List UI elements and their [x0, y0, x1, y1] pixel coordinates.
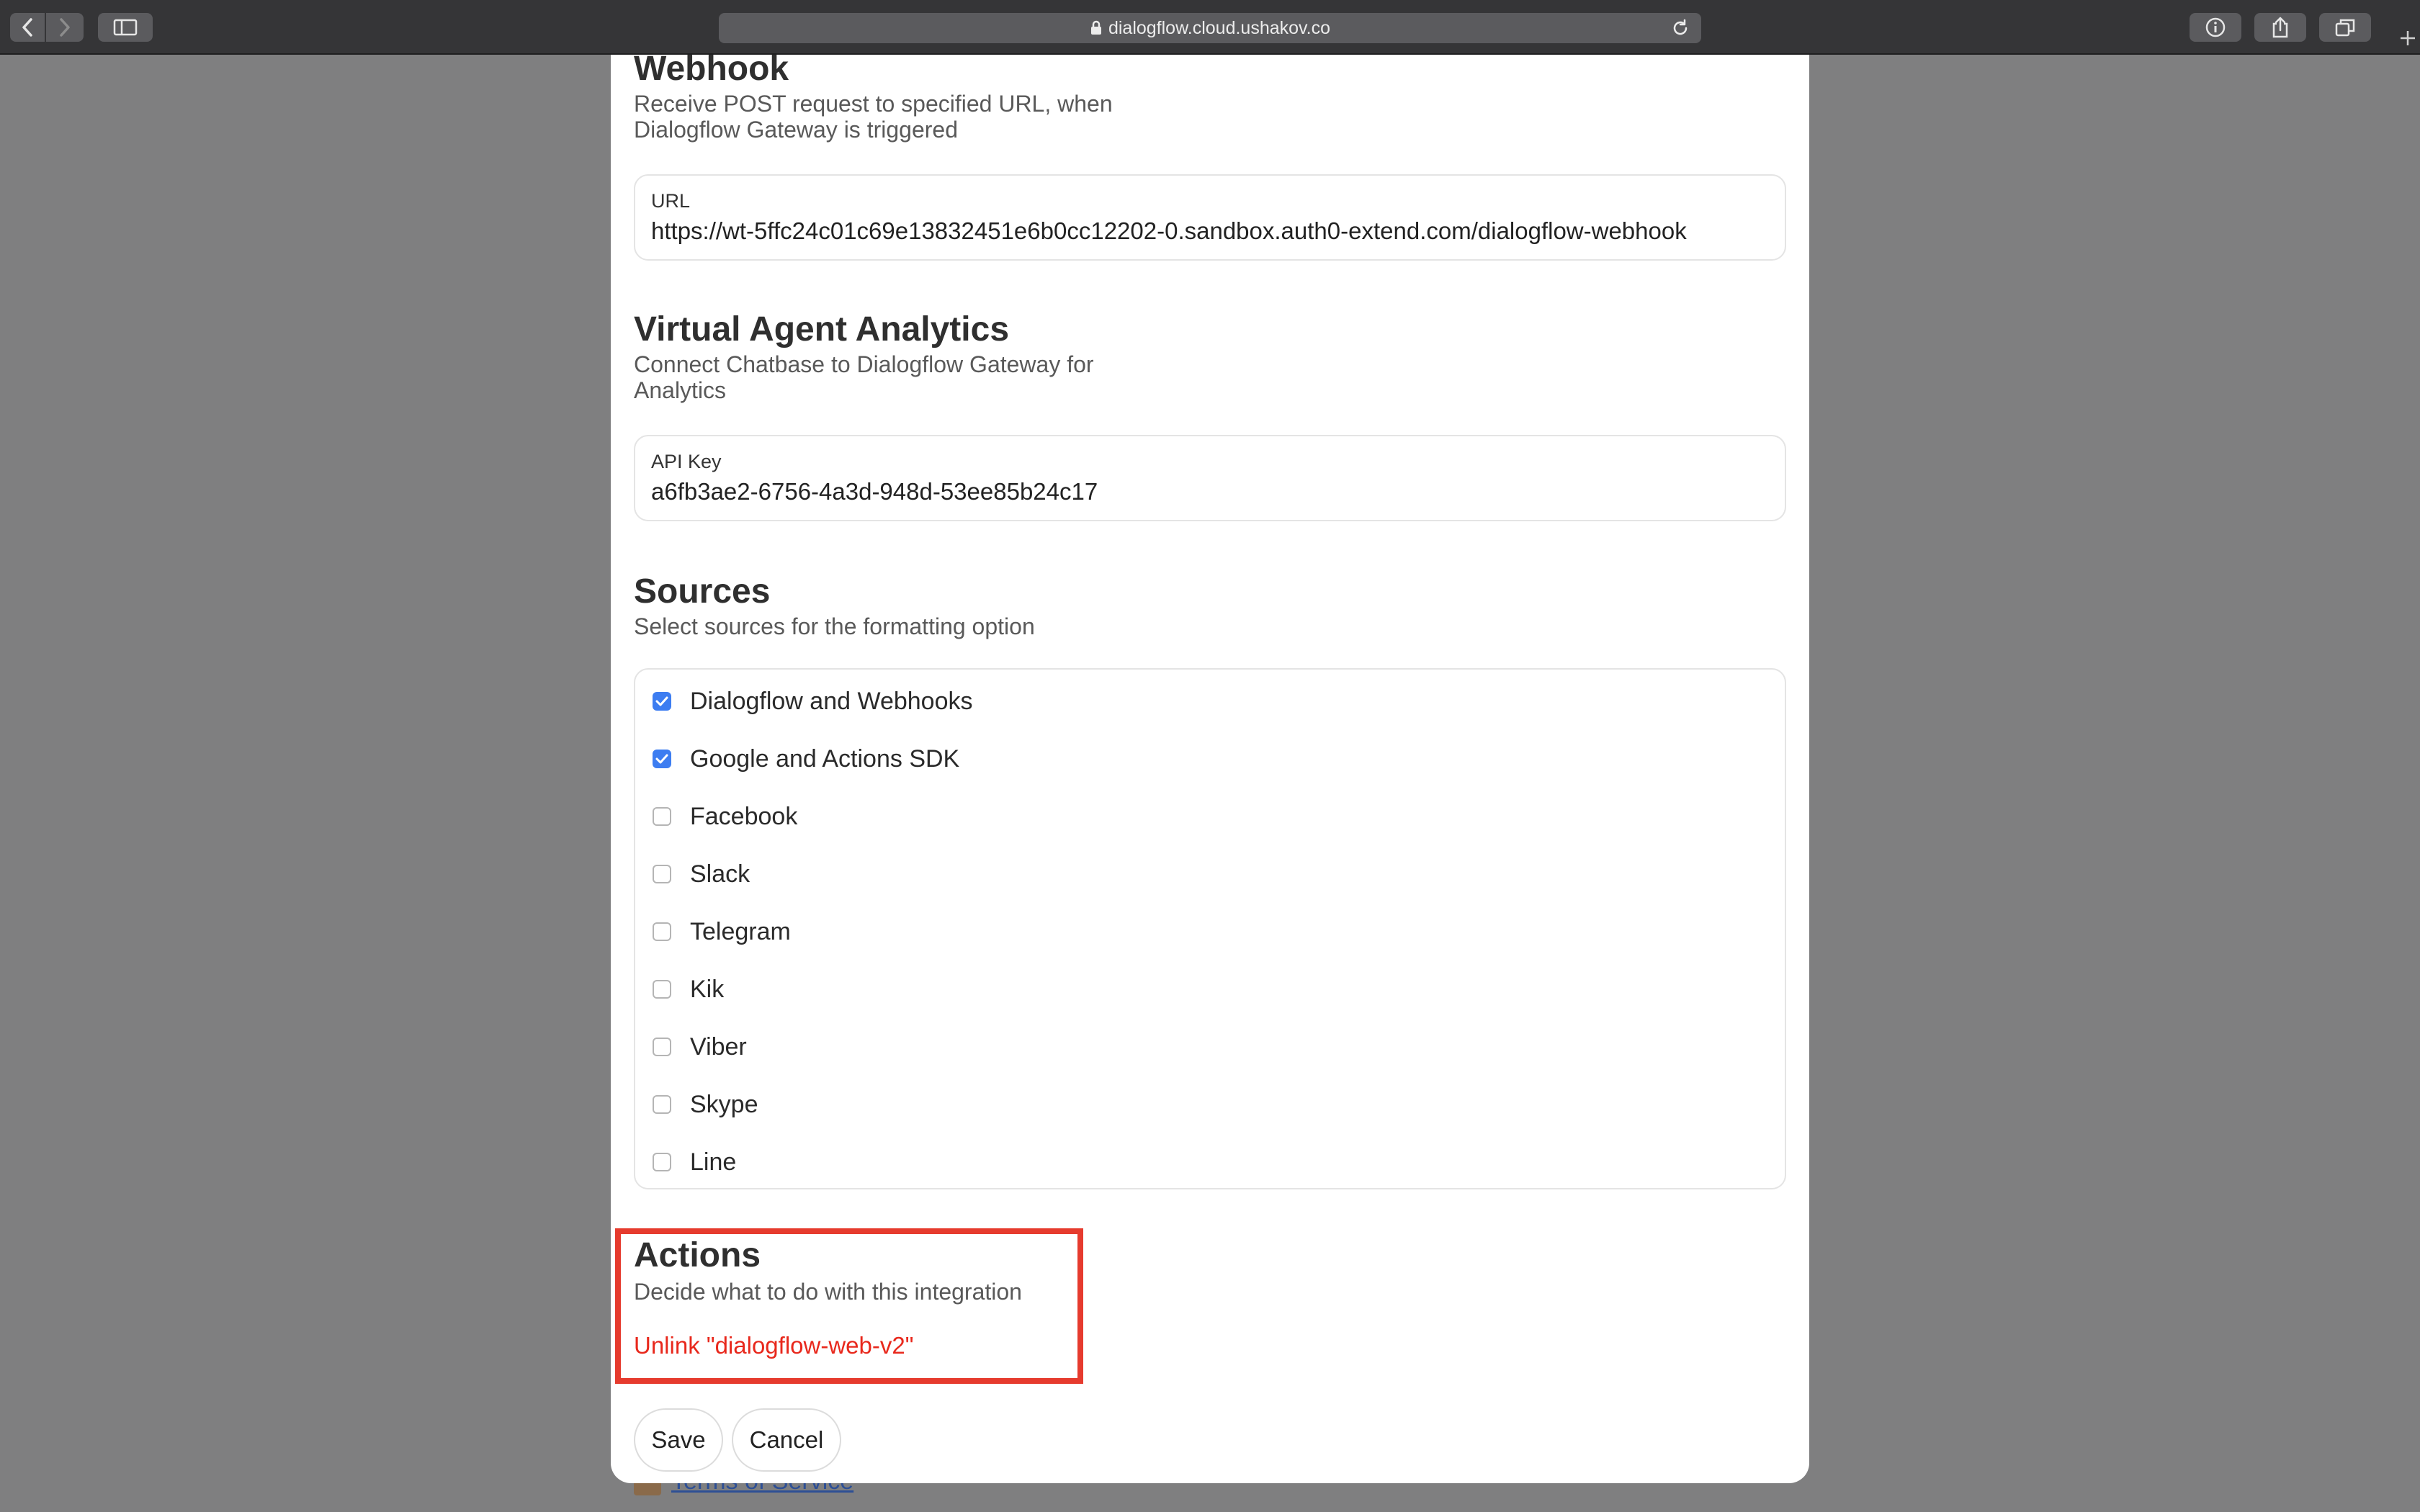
address-url: dialogflow.cloud.ushakov.co — [1108, 17, 1331, 38]
webhook-url-field[interactable]: URL https://wt-5ffc24c01c69e13832451e6b0… — [634, 174, 1786, 261]
source-label: Line — [690, 1148, 737, 1176]
api-key-label: API Key — [651, 451, 722, 472]
back-button[interactable] — [10, 13, 45, 42]
lock-icon — [1090, 20, 1103, 36]
analytics-description: Connect Chatbase to Dialogflow Gateway f… — [634, 351, 1094, 403]
new-tab-button[interactable] — [2396, 22, 2420, 55]
source-checkbox[interactable] — [653, 1153, 671, 1171]
actions-description: Decide what to do with this integration — [634, 1279, 1022, 1305]
source-item-facebook[interactable]: Facebook — [653, 799, 797, 834]
chevron-right-icon — [60, 18, 70, 37]
plus-icon — [2401, 31, 2415, 45]
forward-button[interactable] — [46, 13, 84, 42]
unlink-integration-link[interactable]: Unlink "dialogflow-web-v2" — [634, 1332, 913, 1359]
source-checkbox[interactable] — [653, 1038, 671, 1056]
actions-title: Actions — [634, 1236, 761, 1274]
integration-settings-card: Webhook Receive POST request to specifie… — [611, 50, 1809, 1483]
webhook-description: Receive POST request to specified URL, w… — [634, 91, 1113, 143]
source-item-telegram[interactable]: Telegram — [653, 914, 791, 949]
source-checkbox[interactable] — [653, 807, 671, 826]
source-label: Telegram — [690, 917, 791, 945]
reader-info-button[interactable] — [2190, 13, 2241, 42]
source-label: Google and Actions SDK — [690, 744, 960, 773]
chevron-left-icon — [22, 18, 32, 37]
source-item-google[interactable]: Google and Actions SDK — [653, 742, 959, 776]
source-item-line[interactable]: Line — [653, 1145, 736, 1179]
source-checkbox[interactable] — [653, 980, 671, 999]
cancel-button[interactable]: Cancel — [732, 1408, 841, 1472]
source-item-dialogflow[interactable]: Dialogflow and Webhooks — [653, 684, 973, 719]
sidebar-toggle-button[interactable] — [98, 13, 153, 42]
source-label: Slack — [690, 860, 750, 888]
source-label: Skype — [690, 1090, 758, 1118]
source-item-slack[interactable]: Slack — [653, 857, 750, 891]
share-icon — [2272, 17, 2288, 38]
save-button[interactable]: Save — [634, 1408, 723, 1472]
info-icon — [2205, 17, 2226, 37]
webhook-url-input[interactable]: https://wt-5ffc24c01c69e13832451e6b0cc12… — [651, 217, 1770, 245]
tabs-icon — [2335, 19, 2355, 37]
checkmark-icon — [655, 754, 668, 764]
source-item-skype[interactable]: Skype — [653, 1087, 758, 1122]
share-button[interactable] — [2254, 13, 2306, 42]
source-checkbox[interactable] — [653, 922, 671, 941]
api-key-input[interactable]: a6fb3ae2-6756-4a3d-948d-53ee85b24c17 — [651, 478, 1770, 505]
source-checkbox[interactable] — [653, 750, 671, 768]
sources-list: Dialogflow and Webhooks Google and Actio… — [634, 668, 1786, 1189]
tab-overview-button[interactable] — [2319, 13, 2371, 42]
source-checkbox[interactable] — [653, 1095, 671, 1114]
analytics-title: Virtual Agent Analytics — [634, 310, 1010, 348]
source-item-kik[interactable]: Kik — [653, 972, 724, 1007]
address-bar[interactable]: dialogflow.cloud.ushakov.co — [719, 13, 1701, 43]
source-label: Viber — [690, 1032, 747, 1061]
webhook-url-label: URL — [651, 190, 691, 212]
webhook-title: Webhook — [634, 50, 789, 88]
source-checkbox[interactable] — [653, 865, 671, 883]
browser-toolbar: dialogflow.cloud.ushakov.co — [0, 0, 2420, 55]
source-label: Facebook — [690, 802, 798, 830]
sources-title: Sources — [634, 572, 771, 611]
api-key-field[interactable]: API Key a6fb3ae2-6756-4a3d-948d-53ee85b2… — [634, 435, 1786, 521]
sidebar-icon — [113, 19, 138, 36]
sources-description: Select sources for the formatting option — [634, 613, 1035, 639]
checkmark-icon — [655, 696, 668, 706]
source-item-viber[interactable]: Viber — [653, 1030, 747, 1064]
reload-icon[interactable] — [1671, 19, 1690, 42]
source-checkbox[interactable] — [653, 692, 671, 711]
source-label: Dialogflow and Webhooks — [690, 687, 973, 715]
source-label: Kik — [690, 975, 725, 1003]
